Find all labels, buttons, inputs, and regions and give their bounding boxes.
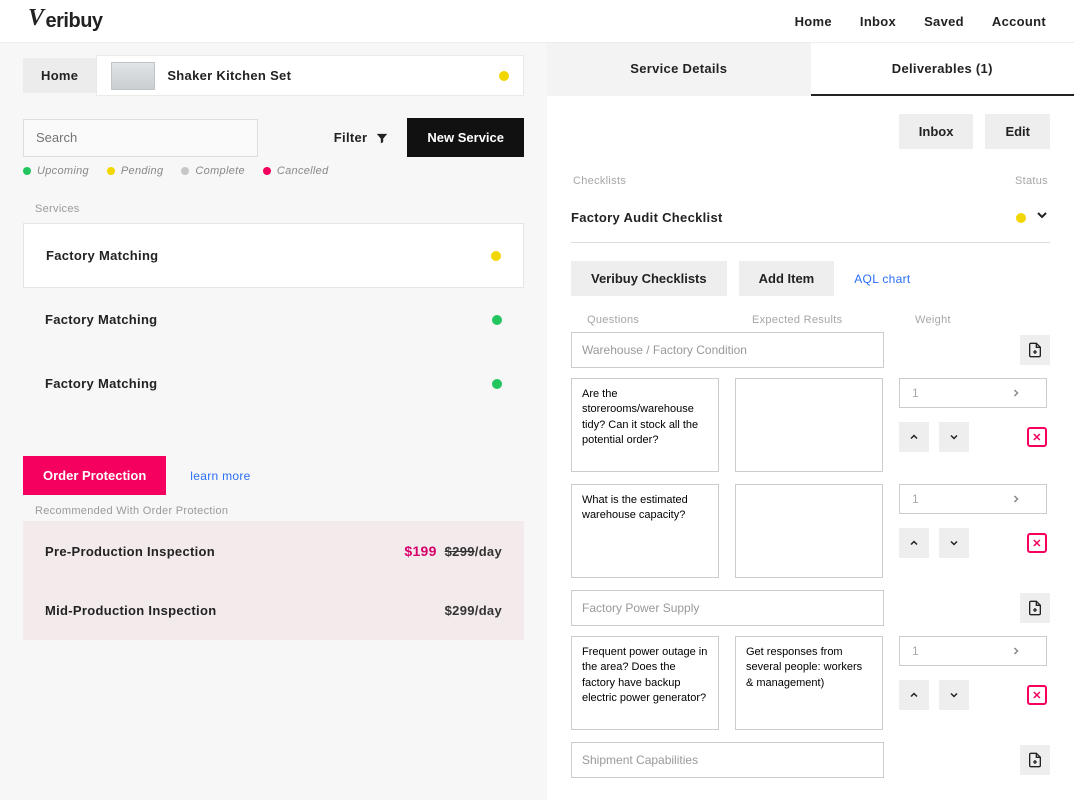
move-down-button[interactable] — [939, 680, 969, 710]
service-status-dot — [492, 379, 502, 389]
breadcrumb: Home Shaker Kitchen Set — [23, 55, 524, 96]
nav-home[interactable]: Home — [795, 14, 832, 29]
inbox-button[interactable]: Inbox — [899, 114, 974, 149]
right-panel: Service Details Deliverables (1) Inbox E… — [547, 43, 1074, 800]
inspection-price: $199 — [404, 543, 436, 559]
service-name: Factory Matching — [45, 312, 157, 327]
move-up-button[interactable] — [899, 680, 929, 710]
service-status-dot — [492, 315, 502, 325]
service-name: Factory Matching — [46, 248, 158, 263]
new-service-button[interactable]: New Service — [407, 118, 524, 157]
nav-inbox[interactable]: Inbox — [860, 14, 896, 29]
learn-more-link[interactable]: learn more — [190, 469, 250, 483]
legend-cancelled: Cancelled — [277, 165, 329, 177]
nav-links: Home Inbox Saved Account — [795, 14, 1046, 29]
expected-result-box[interactable] — [735, 484, 883, 578]
expected-result-box[interactable] — [735, 378, 883, 472]
chevron-right-icon — [973, 387, 1046, 399]
product-status-dot — [499, 71, 509, 81]
weight-input[interactable]: 1 — [899, 636, 1047, 666]
filter-button[interactable]: Filter — [334, 130, 390, 145]
col-questions: Questions — [587, 314, 752, 326]
chevron-right-icon — [973, 645, 1046, 657]
search-input[interactable] — [23, 119, 258, 157]
tabs: Service Details Deliverables (1) — [547, 43, 1074, 96]
filter-label: Filter — [334, 130, 368, 145]
col-weight: Weight — [915, 314, 1050, 326]
weight-input[interactable]: 1 — [899, 378, 1047, 408]
move-up-button[interactable] — [899, 528, 929, 558]
inspection-original-price: $299 — [445, 544, 475, 559]
status-legend: Upcoming Pending Complete Cancelled — [23, 165, 524, 177]
filter-icon — [375, 131, 389, 145]
col-expected-results: Expected Results — [752, 314, 915, 326]
logo-text: eribuy — [46, 10, 103, 33]
add-item-button[interactable]: Add Item — [739, 261, 835, 296]
move-down-button[interactable] — [939, 422, 969, 452]
weight-value: 1 — [900, 492, 973, 506]
expected-result-textarea[interactable] — [735, 636, 883, 730]
question-textarea[interactable] — [571, 636, 719, 730]
service-row[interactable]: Factory Matching — [23, 288, 524, 352]
inspection-per: /day — [475, 544, 502, 559]
delete-button[interactable] — [1027, 533, 1047, 553]
section-title-input[interactable] — [571, 332, 884, 368]
veribuy-checklists-button[interactable]: Veribuy Checklists — [571, 261, 727, 296]
service-row-selected[interactable]: Factory Matching — [23, 223, 524, 288]
checklist-title: Factory Audit Checklist — [571, 210, 723, 225]
product-thumb — [111, 62, 155, 90]
question-textarea[interactable] — [571, 484, 719, 578]
chevron-down-icon[interactable] — [1034, 207, 1050, 228]
tab-deliverables[interactable]: Deliverables (1) — [811, 43, 1074, 96]
weight-value: 1 — [900, 386, 973, 400]
delete-button[interactable] — [1027, 427, 1047, 447]
edit-button[interactable]: Edit — [985, 114, 1050, 149]
legend-upcoming: Upcoming — [37, 165, 89, 177]
legend-complete: Complete — [195, 165, 244, 177]
status-header: Status — [1015, 175, 1048, 187]
inspection-name: Pre-Production Inspection — [45, 544, 215, 559]
section-title-input[interactable] — [571, 742, 884, 778]
question-textarea[interactable] — [571, 378, 719, 472]
legend-pending: Pending — [121, 165, 163, 177]
breadcrumb-product[interactable]: Shaker Kitchen Set — [96, 55, 524, 96]
move-down-button[interactable] — [939, 528, 969, 558]
section-title-input[interactable] — [571, 590, 884, 626]
recommended-label: Recommended With Order Protection — [35, 505, 524, 517]
inspection-name: Mid-Production Inspection — [45, 603, 216, 618]
service-row[interactable]: Factory Matching — [23, 352, 524, 416]
services-label: Services — [35, 203, 524, 215]
logo-mark: V — [28, 9, 44, 28]
aql-chart-link[interactable]: AQL chart — [854, 272, 910, 286]
inspection-row[interactable]: Pre-Production Inspection $199 $299/day — [23, 521, 524, 581]
add-file-icon[interactable] — [1020, 745, 1050, 775]
logo: Veribuy — [28, 10, 103, 33]
nav-saved[interactable]: Saved — [924, 14, 964, 29]
top-nav: Veribuy Home Inbox Saved Account — [0, 0, 1074, 43]
chevron-right-icon — [973, 493, 1046, 505]
tab-service-details[interactable]: Service Details — [547, 43, 811, 96]
add-file-icon[interactable] — [1020, 593, 1050, 623]
checklist-status-dot — [1016, 213, 1026, 223]
order-protection-button[interactable]: Order Protection — [23, 456, 166, 495]
move-up-button[interactable] — [899, 422, 929, 452]
service-name: Factory Matching — [45, 376, 157, 391]
add-file-icon[interactable] — [1020, 335, 1050, 365]
inspection-row[interactable]: Mid-Production Inspection $299/day — [23, 581, 524, 640]
checklists-header: Checklists — [573, 175, 626, 187]
nav-account[interactable]: Account — [992, 14, 1046, 29]
breadcrumb-home[interactable]: Home — [23, 58, 96, 93]
delete-button[interactable] — [1027, 685, 1047, 705]
weight-value: 1 — [900, 644, 973, 658]
checklist-row[interactable]: Factory Audit Checklist — [571, 197, 1050, 243]
weight-input[interactable]: 1 — [899, 484, 1047, 514]
service-status-dot — [491, 251, 501, 261]
product-title: Shaker Kitchen Set — [167, 68, 487, 83]
inspection-price: $299/day — [445, 603, 502, 618]
left-panel: Home Shaker Kitchen Set Filter New Servi… — [0, 43, 547, 800]
